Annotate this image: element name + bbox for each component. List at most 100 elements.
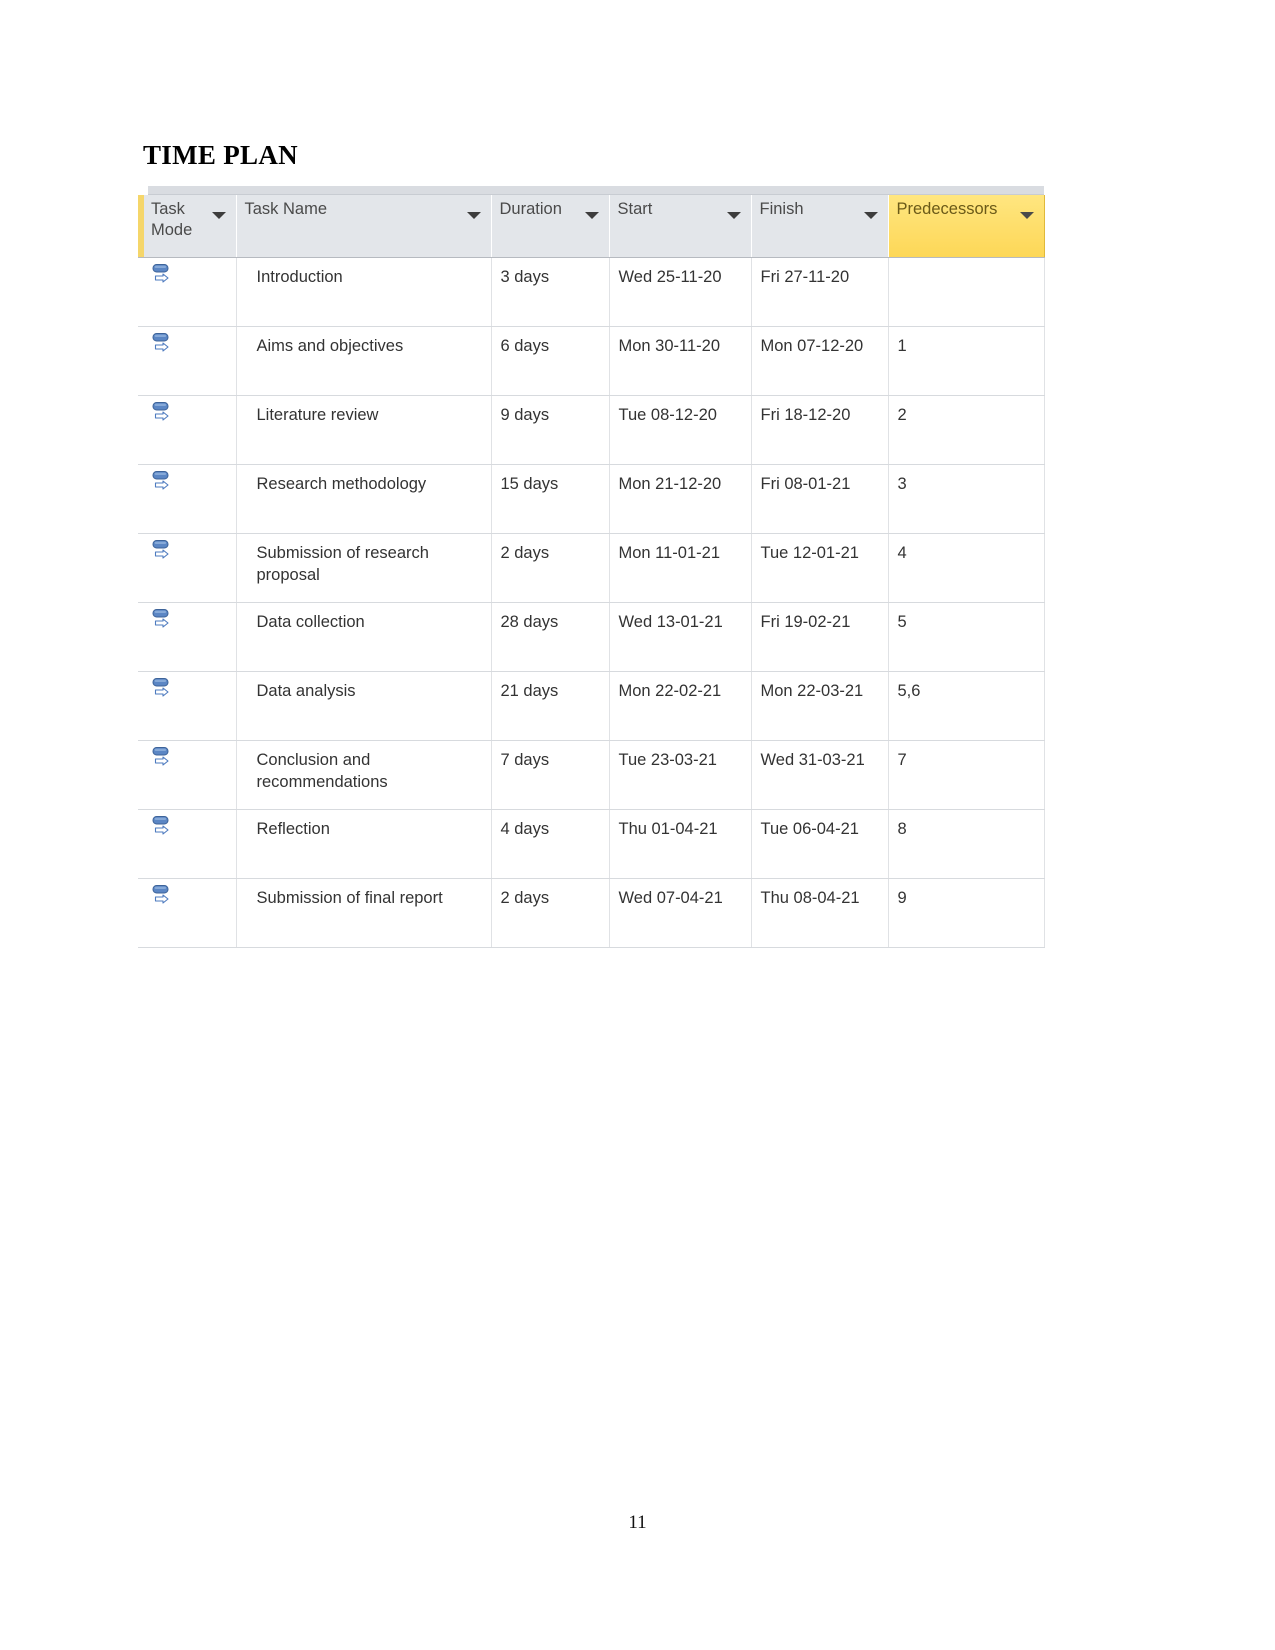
- cell-start[interactable]: Tue 08-12-20: [609, 395, 752, 465]
- cell-duration[interactable]: 4 days: [491, 809, 610, 879]
- table-row[interactable]: Submission of final report 2 days Wed 07-0…: [138, 878, 1045, 948]
- column-header-task-mode[interactable]: Task Mode: [138, 195, 237, 258]
- cell-task-name[interactable]: Literature review: [236, 395, 492, 465]
- cell-task-name[interactable]: Data collection: [236, 602, 492, 672]
- cell-task-name[interactable]: Reflection: [236, 809, 492, 879]
- cell-task-name[interactable]: Submission of final report: [236, 878, 492, 948]
- cell-task-name[interactable]: Conclusion and recommendations: [236, 740, 492, 810]
- cell-predecessors[interactable]: 5: [888, 602, 1045, 672]
- schedule-grid: Task Mode Task Name Duration Start Finis…: [138, 195, 1045, 948]
- auto-scheduled-icon: [152, 816, 169, 835]
- filter-caret-icon[interactable]: [584, 212, 599, 219]
- cell-finish[interactable]: Tue 06-04-21: [751, 809, 889, 879]
- cell-duration[interactable]: 28 days: [491, 602, 610, 672]
- table-row[interactable]: Reflection 4 days Thu 01-04-21 Tue 06-04-21…: [138, 809, 1045, 879]
- table-row[interactable]: Submission of research proposal 2 days Mon…: [138, 533, 1045, 603]
- cell-task-name[interactable]: Research methodology: [236, 464, 492, 534]
- column-header-task-mode-label: Task Mode: [151, 200, 193, 240]
- cell-task-mode[interactable]: [138, 878, 237, 948]
- cell-finish[interactable]: Tue 12-01-21: [751, 533, 889, 603]
- cell-start[interactable]: Wed 07-04-21: [609, 878, 752, 948]
- cell-task-name[interactable]: Aims and objectives: [236, 326, 492, 396]
- cell-task-mode[interactable]: [138, 740, 237, 810]
- filter-caret-icon[interactable]: [466, 212, 481, 219]
- cell-duration[interactable]: 2 days: [491, 878, 610, 948]
- cell-duration[interactable]: 7 days: [491, 740, 610, 810]
- cell-duration[interactable]: 9 days: [491, 395, 610, 465]
- cell-predecessors[interactable]: 8: [888, 809, 1045, 879]
- filter-caret-icon[interactable]: [1019, 212, 1034, 219]
- cell-start[interactable]: Mon 11-01-21: [609, 533, 752, 603]
- column-header-predecessors[interactable]: Predecessors: [887, 195, 1045, 258]
- auto-scheduled-icon: [152, 609, 169, 628]
- cell-task-mode[interactable]: [138, 809, 237, 879]
- cell-predecessors[interactable]: 7: [888, 740, 1045, 810]
- filter-caret-icon[interactable]: [211, 212, 226, 219]
- table-row[interactable]: Literature review 9 days Tue 08-12-20 Fri 1…: [138, 395, 1045, 465]
- cell-start[interactable]: Mon 21-12-20: [609, 464, 752, 534]
- cell-finish[interactable]: Mon 07-12-20: [751, 326, 889, 396]
- auto-scheduled-icon: [152, 747, 169, 766]
- cell-task-mode[interactable]: [138, 533, 237, 603]
- cell-task-name[interactable]: Data analysis: [236, 671, 492, 741]
- table-body: Introduction 3 days Wed 25-11-20 Fri 27-11-…: [138, 257, 1045, 948]
- column-header-finish[interactable]: Finish: [751, 195, 889, 258]
- table-row[interactable]: Data collection 28 days Wed 13-01-21 Fri 19…: [138, 602, 1045, 672]
- cell-start[interactable]: Mon 22-02-21: [609, 671, 752, 741]
- cell-predecessors[interactable]: 4: [888, 533, 1045, 603]
- table-row[interactable]: Conclusion and recommendations 7 days Tue …: [138, 740, 1045, 810]
- auto-scheduled-icon: [152, 678, 169, 697]
- column-header-start-label: Start: [617, 200, 653, 218]
- table-header: Task Mode Task Name Duration Start Finis…: [138, 195, 1045, 258]
- cell-start[interactable]: Mon 30-11-20: [609, 326, 752, 396]
- column-header-predecessors-label: Predecessors: [896, 200, 998, 218]
- column-header-duration[interactable]: Duration: [491, 195, 610, 258]
- cell-task-name[interactable]: Introduction: [236, 257, 492, 327]
- table-row[interactable]: Introduction 3 days Wed 25-11-20 Fri 27-11-…: [138, 257, 1045, 327]
- cell-finish[interactable]: Fri 18-12-20: [751, 395, 889, 465]
- filter-caret-icon[interactable]: [726, 212, 741, 219]
- cell-finish[interactable]: Fri 27-11-20: [751, 257, 889, 327]
- cell-finish[interactable]: Fri 19-02-21: [751, 602, 889, 672]
- cell-task-mode[interactable]: [138, 257, 237, 327]
- cell-task-name[interactable]: Submission of research proposal: [236, 533, 492, 603]
- cell-start[interactable]: Wed 13-01-21: [609, 602, 752, 672]
- table-row[interactable]: Data analysis 21 days Mon 22-02-21 Mon 22-0…: [138, 671, 1045, 741]
- cell-duration[interactable]: 3 days: [491, 257, 610, 327]
- cell-duration[interactable]: 21 days: [491, 671, 610, 741]
- table-row[interactable]: Research methodology 15 days Mon 21-12-20 F…: [138, 464, 1045, 534]
- cell-duration[interactable]: 2 days: [491, 533, 610, 603]
- cell-duration[interactable]: 6 days: [491, 326, 610, 396]
- cell-finish[interactable]: Wed 31-03-21: [751, 740, 889, 810]
- cell-predecessors[interactable]: [888, 257, 1045, 327]
- cell-start[interactable]: Wed 25-11-20: [609, 257, 752, 327]
- column-header-task-name-label: Task Name: [244, 200, 328, 218]
- auto-scheduled-icon: [152, 885, 169, 904]
- cell-start[interactable]: Tue 23-03-21: [609, 740, 752, 810]
- cell-task-mode[interactable]: [138, 671, 237, 741]
- cell-predecessors[interactable]: 5,6: [888, 671, 1045, 741]
- page-title: TIME PLAN: [143, 140, 298, 170]
- cell-start[interactable]: Thu 01-04-21: [609, 809, 752, 879]
- cell-finish[interactable]: Mon 22-03-21: [751, 671, 889, 741]
- header-row: Task Mode Task Name Duration Start Finis…: [138, 195, 1045, 258]
- cell-task-mode[interactable]: [138, 464, 237, 534]
- column-header-start[interactable]: Start: [609, 195, 752, 258]
- table-top-strip: [148, 186, 1044, 195]
- cell-predecessors[interactable]: 1: [888, 326, 1045, 396]
- page-number: 11: [628, 1512, 647, 1533]
- cell-task-mode[interactable]: [138, 395, 237, 465]
- cell-duration[interactable]: 15 days: [491, 464, 610, 534]
- filter-caret-icon[interactable]: [863, 212, 878, 219]
- table-row[interactable]: Aims and objectives 6 days Mon 30-11-20 Mon…: [138, 326, 1045, 396]
- auto-scheduled-icon: [152, 264, 169, 283]
- cell-finish[interactable]: Fri 08-01-21: [751, 464, 889, 534]
- cell-task-mode[interactable]: [138, 602, 237, 672]
- auto-scheduled-icon: [152, 471, 169, 490]
- cell-predecessors[interactable]: 2: [888, 395, 1045, 465]
- cell-predecessors[interactable]: 3: [888, 464, 1045, 534]
- cell-finish[interactable]: Thu 08-04-21: [751, 878, 889, 948]
- column-header-task-name[interactable]: Task Name: [236, 195, 492, 258]
- cell-task-mode[interactable]: [138, 326, 237, 396]
- cell-predecessors[interactable]: 9: [888, 878, 1045, 948]
